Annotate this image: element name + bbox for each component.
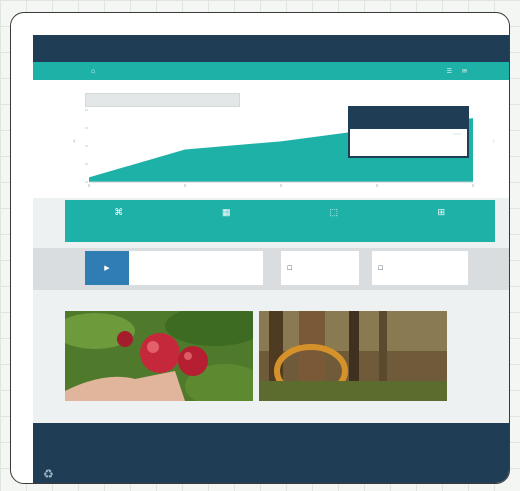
recycle-icon: ♻ (43, 467, 54, 481)
data-card-row (350, 129, 467, 135)
quick-link-1[interactable]: ⌘ (65, 200, 173, 242)
forest-photo[interactable] (259, 311, 447, 401)
quick-link-2[interactable]: ▦ (173, 200, 281, 242)
quick-links-bar: ⌘ ▦ ⬚ ⊞ (65, 200, 495, 242)
stat-icon-1: ⌘ (114, 207, 124, 217)
promo-band: ▶ ☐ ☐ (33, 248, 509, 290)
website-screenshot: ⌂ ☰ ✉ ‹ › ⌘ ▦ ⬚ ⊞ ▶ ☐ ☐ ♻ (33, 35, 509, 483)
home-icon[interactable]: ⌂ (91, 68, 95, 75)
secondary-nav-bar: ⌂ ☰ ✉ (33, 62, 509, 80)
play-icon[interactable]: ▶ (85, 251, 129, 285)
subnav-icons: ☰ ✉ (447, 68, 467, 75)
stat-icon-4: ⊞ (437, 207, 446, 217)
data-card-row-badge (453, 133, 461, 135)
top-navigation-bar (33, 35, 509, 62)
apple-harvest-image (65, 311, 253, 401)
chevron-left-icon[interactable]: ‹ (73, 138, 75, 145)
stat-icon-3: ⬚ (329, 207, 338, 217)
quick-link-3[interactable]: ⬚ (280, 200, 388, 242)
chevron-right-icon[interactable]: › (493, 138, 495, 145)
promo-cta-card-1[interactable]: ☐ (281, 251, 359, 285)
mail-icon[interactable]: ✉ (462, 68, 467, 75)
document-icon: ☐ (287, 265, 293, 272)
promo-text (129, 251, 141, 285)
quick-link-4[interactable]: ⊞ (388, 200, 496, 242)
promo-video-card[interactable]: ▶ (85, 251, 263, 285)
stat-icon-2: ▦ (221, 207, 231, 217)
forest-image (259, 311, 447, 401)
sketch-frame: ⌂ ☰ ✉ ‹ › ⌘ ▦ ⬚ ⊞ ▶ ☐ ☐ ♻ (10, 12, 510, 484)
data-summary-card (348, 106, 469, 158)
promo-cta-card-2[interactable]: ☐ (372, 251, 468, 285)
data-card-header (350, 108, 467, 129)
document-icon-2: ☐ (378, 265, 384, 272)
menu-icon[interactable]: ☰ (447, 68, 452, 75)
chart-title-box (85, 93, 240, 107)
photo-row (65, 311, 447, 401)
chart-panel: ‹ › (33, 80, 509, 198)
apple-photo[interactable] (65, 311, 253, 401)
site-footer: ♻ (33, 423, 509, 483)
